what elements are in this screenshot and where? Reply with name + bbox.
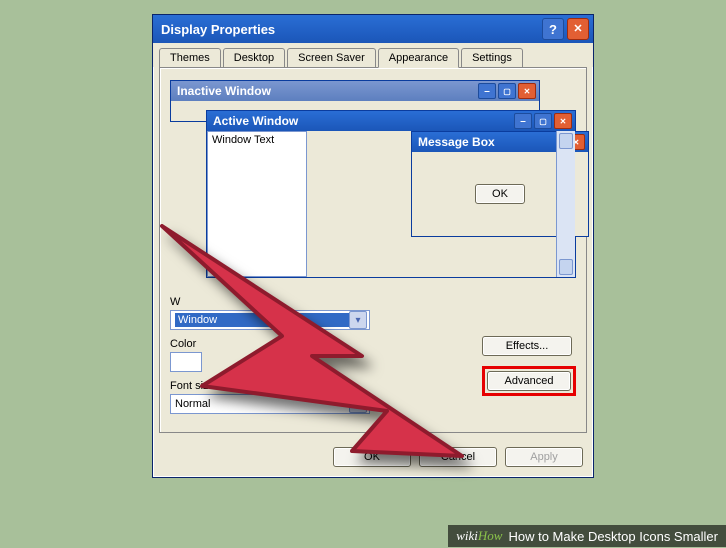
tab-desktop[interactable]: Desktop <box>223 48 285 67</box>
side-button-column: Effects... Advanced <box>482 336 576 396</box>
preview-active-body: Window Text Message Box OK <box>207 131 575 277</box>
preview-active-window: Active Window Window Text Message Box <box>206 110 576 278</box>
preview-active-title: Active Window <box>213 114 298 128</box>
advanced-highlight: Advanced <box>482 366 576 396</box>
article-caption: wikiHow How to Make Desktop Icons Smalle… <box>448 525 726 547</box>
brand-how: How <box>478 528 503 543</box>
minimize-icon <box>478 83 496 99</box>
minimize-icon <box>514 113 532 129</box>
preview-msgbox-ok-button: OK <box>475 184 525 204</box>
windows-and-buttons-dropdown[interactable]: Window <box>170 310 370 330</box>
maximize-icon <box>534 113 552 129</box>
tab-screen-saver[interactable]: Screen Saver <box>287 48 376 67</box>
color-scheme-well[interactable] <box>170 352 202 372</box>
tab-panel-appearance: Inactive Window Active Window <box>159 67 587 433</box>
chevron-down-icon[interactable] <box>349 395 367 413</box>
windows-and-buttons-value: Window <box>175 313 349 327</box>
dialog-title: Display Properties <box>161 22 539 37</box>
tab-themes[interactable]: Themes <box>159 48 221 67</box>
effects-button[interactable]: Effects... <box>482 336 572 356</box>
display-properties-dialog: Display Properties ? Themes Desktop Scre… <box>152 14 594 478</box>
advanced-button[interactable]: Advanced <box>487 371 571 391</box>
tab-appearance[interactable]: Appearance <box>378 48 459 68</box>
preview-msgbox-title: Message Box <box>418 135 495 149</box>
tab-strip: Themes Desktop Screen Saver Appearance S… <box>153 43 593 67</box>
dialog-button-row: OK Cancel Apply <box>153 439 593 477</box>
font-size-dropdown[interactable]: Normal <box>170 394 370 414</box>
appearance-preview: Inactive Window Active Window <box>170 80 576 280</box>
cancel-button[interactable]: Cancel <box>419 447 497 467</box>
chevron-down-icon[interactable] <box>349 311 367 329</box>
close-icon <box>554 113 572 129</box>
close-icon <box>518 83 536 99</box>
preview-inactive-titlebar: Inactive Window <box>171 81 539 101</box>
close-icon[interactable] <box>567 18 589 40</box>
brand-wiki: wiki <box>456 528 478 543</box>
preview-window-text: Window Text <box>207 131 307 277</box>
preview-inactive-title: Inactive Window <box>177 84 271 98</box>
maximize-icon <box>498 83 516 99</box>
apply-button[interactable]: Apply <box>505 447 583 467</box>
dialog-titlebar[interactable]: Display Properties ? <box>153 15 593 43</box>
tab-settings[interactable]: Settings <box>461 48 523 67</box>
font-size-value: Normal <box>175 398 349 410</box>
preview-active-titlebar: Active Window <box>207 111 575 131</box>
wikihow-brand: wikiHow <box>456 528 502 544</box>
scrollbar <box>556 131 575 277</box>
ok-button[interactable]: OK <box>333 447 411 467</box>
article-title: How to Make Desktop Icons Smaller <box>508 529 718 544</box>
windows-and-buttons-label: W <box>170 296 576 308</box>
help-icon[interactable]: ? <box>542 18 564 40</box>
